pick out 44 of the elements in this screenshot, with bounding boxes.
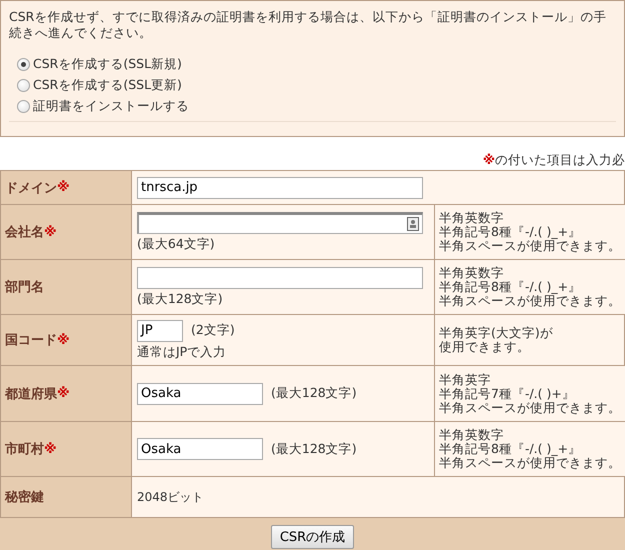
hint-text: (最大128文字)	[271, 385, 357, 402]
radio-label[interactable]: 証明書をインストールする	[33, 98, 189, 114]
note-text: 半角スペースが使用できます。	[439, 400, 621, 414]
radio-button[interactable]	[17, 78, 30, 92]
input-field[interactable]	[137, 266, 423, 288]
field-label: 国コード※	[1, 315, 132, 365]
radio-label[interactable]: CSRを作成する(SSL更新)	[33, 76, 182, 94]
note-text: 半角スペースが使用できます。	[439, 239, 621, 253]
radio-label[interactable]: CSRを作成する(SSL新規)	[33, 56, 182, 72]
hint-text: (2文字)	[191, 322, 235, 339]
note-text: 半角記号8種『-/.( )_+』	[439, 280, 582, 294]
input-field[interactable]: tnrsca.jp	[137, 176, 423, 198]
note-text: 半角記号7種『-/.( )+』	[439, 386, 576, 400]
field-label: 部門名	[1, 260, 132, 314]
note-text: 半角英数字	[439, 211, 505, 225]
note-text: 半角記号8種『-/.( )_+』	[439, 442, 582, 456]
field-label: 都道府県※	[1, 366, 132, 421]
note-text: 半角英字	[439, 372, 492, 386]
hint-text: 通常はJPで入力	[137, 344, 228, 360]
radio-button[interactable]	[17, 100, 30, 112]
input-field[interactable]	[137, 212, 423, 234]
field-label: 市町村※	[1, 422, 132, 476]
note-text: 半角記号8種『-/.( )_+』	[439, 225, 582, 239]
contact-card-icon[interactable]	[407, 216, 419, 230]
input-field[interactable]: Osaka	[137, 382, 263, 404]
note-text: 半角スペースが使用できます。	[439, 456, 621, 470]
note-text: 半角英数字	[439, 428, 505, 442]
note-text: 半角スペースが使用できます。	[439, 294, 621, 308]
note-text: 使用できます。	[439, 340, 531, 354]
input-field[interactable]: JP	[137, 320, 183, 342]
create-csr-button[interactable]: CSRの作成	[270, 525, 354, 549]
hint-text: (最大128文字)	[137, 290, 224, 308]
radio-button[interactable]	[17, 58, 30, 70]
hint-text: (最大128文字)	[271, 440, 357, 458]
field-label: ドメイン※	[1, 171, 132, 204]
hint-text: (最大64文字)	[137, 236, 216, 252]
note-text: 半角英数字	[439, 266, 505, 280]
note-text: 半角英字(大文字)が	[439, 326, 554, 340]
required-note: ※の付いた項目は入力必	[482, 152, 625, 167]
field-label: 会社名※	[1, 205, 132, 259]
field-value: 2048ビット	[137, 488, 205, 506]
intro-text: CSRを作成せず、すでに取得済みの証明書を利用する場合は、以下から「証明書のインストール」の手続きへ進んでください。	[9, 9, 608, 41]
field-label: 秘密鍵	[1, 477, 132, 517]
input-field[interactable]: Osaka	[137, 438, 263, 460]
